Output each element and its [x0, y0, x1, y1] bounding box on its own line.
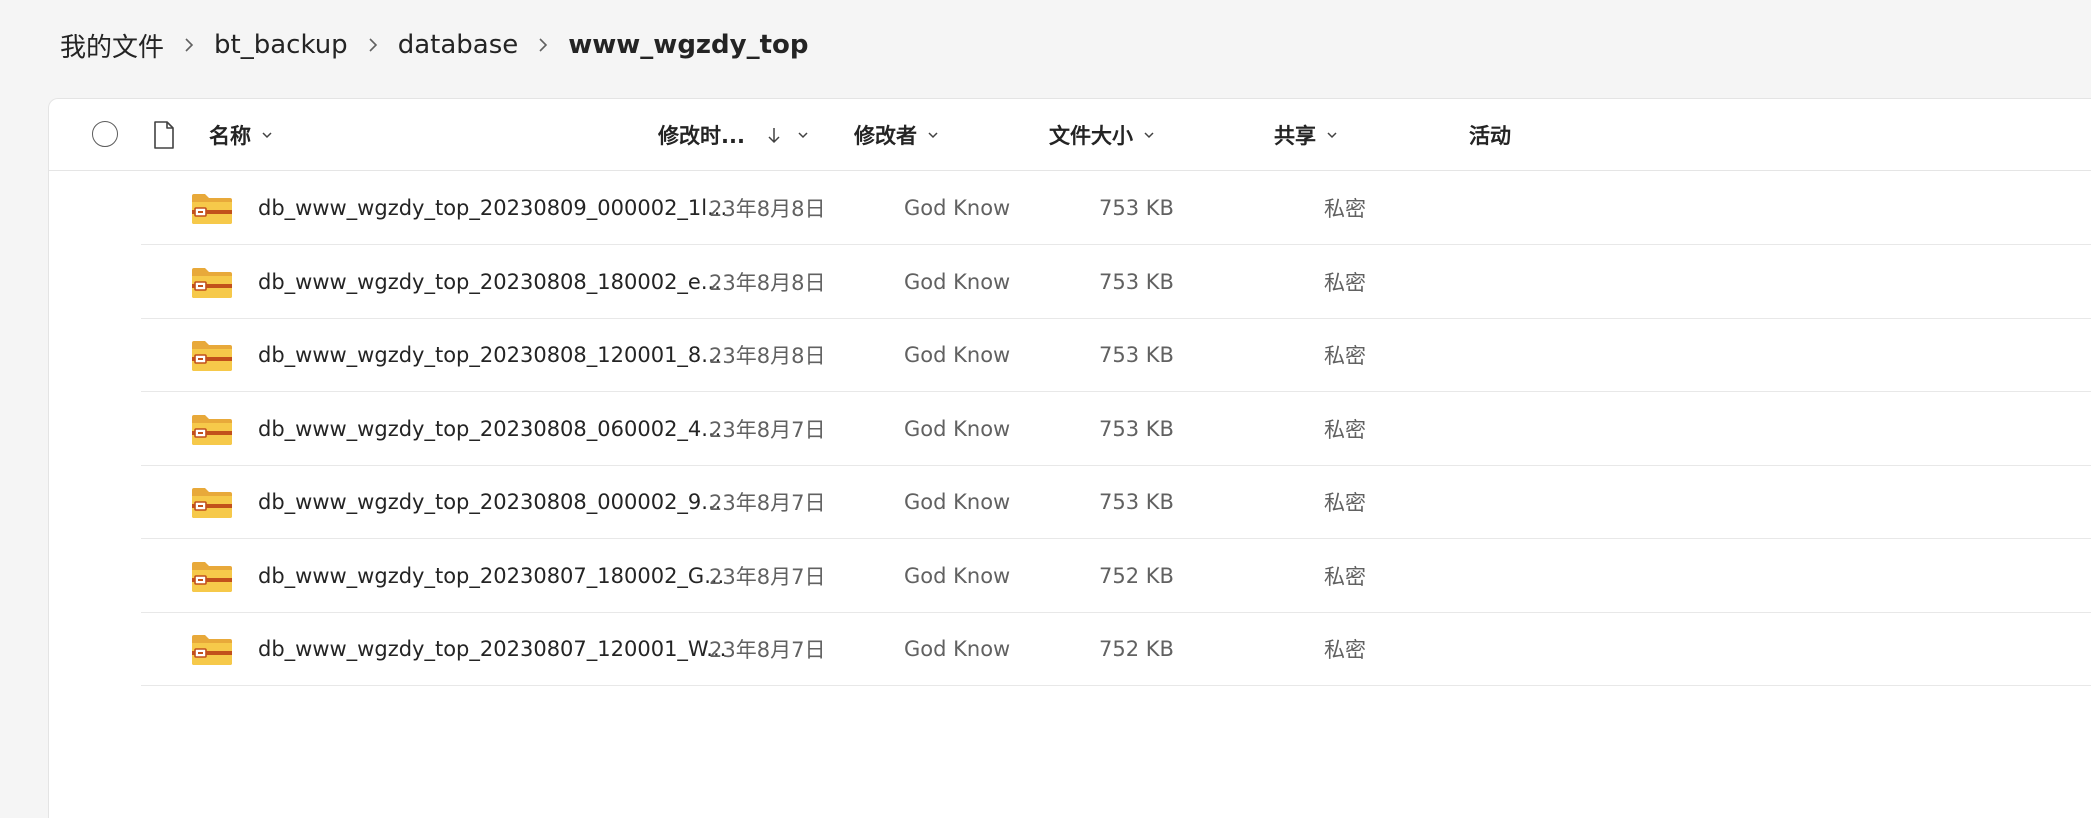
file-row[interactable]: db_www_wgzdy_top_20230807_120001_W... 23… [141, 613, 2091, 686]
column-header-name-label: 名称 [209, 124, 251, 148]
breadcrumb-database[interactable]: database [398, 30, 519, 60]
breadcrumb-bt-backup[interactable]: bt_backup [214, 30, 348, 60]
file-sharing: 私密 [1324, 564, 1366, 589]
file-name[interactable]: db_www_wgzdy_top_20230808_120001_8... [258, 319, 721, 391]
file-name[interactable]: db_www_wgzdy_top_20230808_180002_e... [258, 246, 721, 318]
file-modified-by: God Know [904, 490, 1011, 514]
file-sharing: 私密 [1324, 270, 1366, 295]
zip-folder-icon [192, 561, 232, 592]
column-header-file-size[interactable]: 文件大小 [1049, 99, 1155, 171]
file-row[interactable]: db_www_wgzdy_top_20230809_000002_1l... 2… [141, 172, 2091, 245]
file-modified-by: God Know [904, 563, 1011, 588]
column-header-sharing-label: 共享 [1274, 124, 1316, 148]
file-list: 名称 修改时... 修改者 文件大小 共享 活动 db_www_wgzdy_to… [48, 98, 2091, 818]
file-size: 753 KB [1099, 196, 1174, 220]
zip-folder-icon [192, 488, 232, 518]
chevron-right-icon [518, 37, 568, 53]
file-modified-by: God Know [904, 416, 1011, 441]
chevron-down-icon [1144, 132, 1154, 139]
file-sharing: 私密 [1324, 344, 1366, 368]
file-modified-by: God Know [904, 269, 1011, 294]
column-header-activity-label: 活动 [1469, 124, 1511, 148]
column-header-modified-by[interactable]: 修改者 [854, 99, 939, 171]
file-name[interactable]: db_www_wgzdy_top_20230808_060002_4... [258, 393, 721, 465]
file-name[interactable]: db_www_wgzdy_top_20230808_000002_9... [258, 466, 721, 538]
file-size: 752 KB [1099, 637, 1174, 661]
column-header-file-size-label: 文件大小 [1049, 124, 1133, 148]
file-modified-by: God Know [904, 196, 1011, 220]
breadcrumb-current-folder: www_wgzdy_top [568, 30, 809, 60]
file-modified-date: 23年8月7日 [709, 417, 826, 442]
chevron-down-icon [262, 132, 272, 139]
chevron-right-icon [164, 37, 214, 53]
file-size: 753 KB [1099, 343, 1174, 367]
file-row[interactable]: db_www_wgzdy_top_20230808_000002_9... 23… [141, 466, 2091, 539]
file-row[interactable]: db_www_wgzdy_top_20230807_180002_G... 23… [141, 540, 2091, 613]
select-all-checkbox[interactable] [92, 121, 118, 147]
file-modified-date: 23年8月8日 [709, 197, 826, 221]
file-type-icon[interactable] [153, 121, 175, 149]
file-modified-date: 23年8月7日 [709, 564, 826, 589]
file-name[interactable]: db_www_wgzdy_top_20230809_000002_1l... [258, 172, 727, 244]
zip-folder-icon [192, 414, 232, 445]
breadcrumb-my-files[interactable]: 我的文件 [60, 27, 164, 64]
column-header-activity[interactable]: 活动 [1469, 99, 1511, 171]
file-size: 753 KB [1099, 269, 1174, 294]
file-modified-date: 23年8月7日 [709, 491, 826, 515]
file-sharing: 私密 [1324, 417, 1366, 442]
chevron-down-icon [798, 132, 808, 139]
column-header-modified[interactable]: 修改时... [658, 99, 809, 171]
file-size: 753 KB [1099, 490, 1174, 514]
chevron-down-icon [928, 132, 938, 139]
file-row[interactable]: db_www_wgzdy_top_20230808_180002_e... 23… [141, 246, 2091, 319]
zip-folder-icon [192, 267, 232, 298]
file-sharing: 私密 [1324, 197, 1366, 221]
column-header-row: 名称 修改时... 修改者 文件大小 共享 活动 [49, 99, 2091, 171]
file-sharing: 私密 [1324, 491, 1366, 515]
zip-folder-icon [192, 341, 232, 371]
chevron-down-icon [1327, 132, 1337, 139]
file-row[interactable]: db_www_wgzdy_top_20230808_060002_4... 23… [141, 393, 2091, 466]
chevron-right-icon [348, 37, 398, 53]
column-header-sharing[interactable]: 共享 [1274, 99, 1338, 171]
file-modified-by: God Know [904, 637, 1011, 661]
file-sharing: 私密 [1324, 638, 1366, 662]
zip-folder-icon [192, 194, 232, 224]
file-name[interactable]: db_www_wgzdy_top_20230807_120001_W... [258, 613, 726, 685]
sort-descending-icon [768, 128, 780, 144]
file-modified-date: 23年8月7日 [709, 638, 826, 662]
file-modified-date: 23年8月8日 [709, 344, 826, 368]
column-header-modified-label: 修改时... [658, 124, 745, 148]
zip-folder-icon [192, 635, 232, 665]
file-modified-date: 23年8月8日 [709, 270, 826, 295]
column-header-modified-by-label: 修改者 [854, 124, 917, 148]
file-size: 753 KB [1099, 416, 1174, 441]
file-size: 752 KB [1099, 563, 1174, 588]
column-header-name[interactable]: 名称 [209, 99, 273, 171]
breadcrumb: 我的文件 bt_backup database www_wgzdy_top [60, 22, 809, 68]
file-name[interactable]: db_www_wgzdy_top_20230807_180002_G... [258, 540, 724, 612]
file-row[interactable]: db_www_wgzdy_top_20230808_120001_8... 23… [141, 319, 2091, 392]
file-modified-by: God Know [904, 343, 1011, 367]
